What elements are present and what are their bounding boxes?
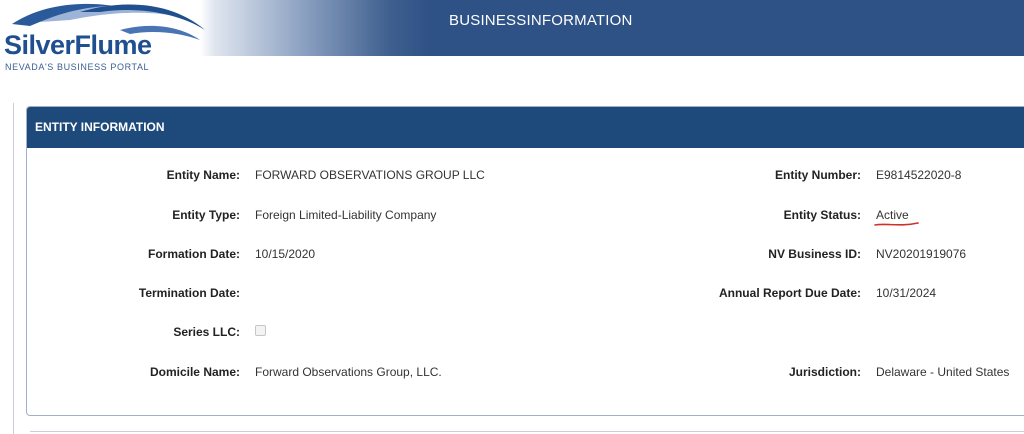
entity-name-value: FORWARD OBSERVATIONS GROUP LLC [255,168,485,182]
nv-business-id-label: NV Business ID: [768,247,861,261]
panel-header: ENTITY INFORMATION [27,107,1024,148]
bottom-divider [30,431,1024,432]
entity-name-label: Entity Name: [166,168,240,182]
series-llc-checkbox[interactable] [255,325,266,336]
page-header-title: BUSINESSINFORMATION [449,12,633,29]
entity-status-label: Entity Status: [783,208,861,222]
formation-date-label: Formation Date: [147,247,240,261]
annual-report-due-value: 10/31/2024 [876,286,937,300]
logo-tagline: NEVADA'S BUSINESS PORTAL [5,62,150,72]
entity-number-label: Entity Number: [774,168,861,182]
left-divider [13,103,14,434]
silverflume-logo[interactable]: SilverFlume NEVADA'S BUSINESS PORTAL [0,0,210,74]
termination-date-label: Termination Date: [138,286,240,300]
status-underline-mark [874,222,919,226]
annual-report-due-label: Annual Report Due Date: [718,286,861,300]
domicile-name-label: Domicile Name: [149,365,240,379]
formation-date-value: 10/15/2020 [255,247,316,261]
entity-type-label: Entity Type: [172,208,240,222]
entity-type-value: Foreign Limited-Liability Company [255,208,437,222]
jurisdiction-value: Delaware - United States [876,365,1010,379]
entity-number-value: E9814522020-8 [876,168,962,182]
series-llc-label: Series LLC: [173,325,240,339]
logo-wordmark: SilverFlume [4,30,152,60]
nv-business-id-value: NV20201919076 [876,247,967,261]
domicile-name-value: Forward Observations Group, LLC. [255,365,442,379]
jurisdiction-label: Jurisdiction: [788,365,861,379]
panel-title: ENTITY INFORMATION [35,120,165,134]
